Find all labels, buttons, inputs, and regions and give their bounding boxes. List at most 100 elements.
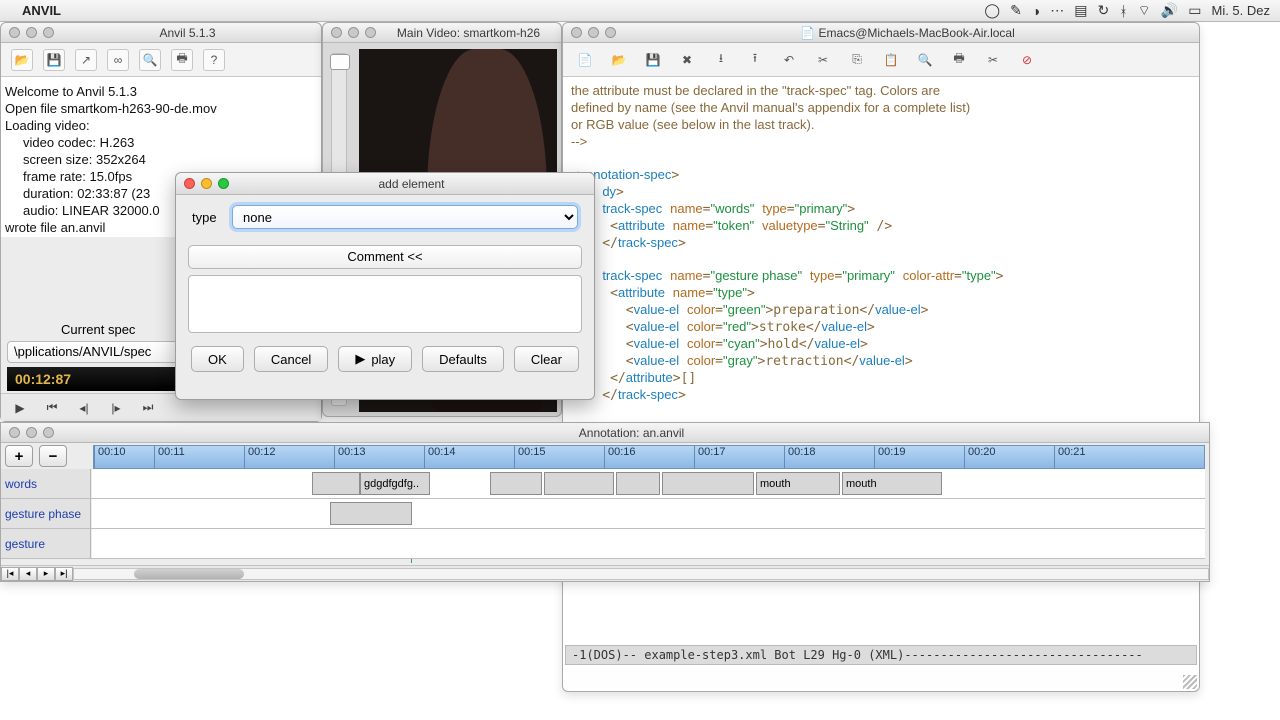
prefs-icon[interactable]: ✂	[981, 49, 1005, 71]
timeline-ruler[interactable]: 00:10 00:11 00:12 00:13 00:14 00:15 00:1…	[93, 445, 1205, 469]
comment-toggle-button[interactable]: Comment <<	[188, 245, 582, 269]
close-icon[interactable]: ✖	[675, 49, 699, 71]
window-title: Annotation: an.anvil	[54, 426, 1209, 440]
print-icon[interactable]: 🖶	[171, 49, 193, 71]
annotation-segment[interactable]	[544, 472, 614, 495]
clear-button[interactable]: Clear	[514, 346, 579, 372]
wifi-icon[interactable]: ⌔	[1138, 2, 1151, 20]
track-label[interactable]: gesture	[1, 529, 91, 558]
titlebar[interactable]: 📄 Emacs@Michaels-MacBook-Air.local	[563, 23, 1199, 43]
track-label[interactable]: gesture phase	[1, 499, 91, 528]
open-icon[interactable]: 📂	[11, 49, 33, 71]
annotation-segment[interactable]	[490, 472, 542, 495]
help-icon[interactable]: ⊘	[1015, 49, 1039, 71]
titlebar[interactable]: Annotation: an.anvil	[1, 423, 1209, 443]
type-select[interactable]: none	[232, 205, 578, 229]
titlebar[interactable]: Anvil 5.1.3	[1, 23, 321, 43]
save-icon[interactable]: 💾	[641, 49, 665, 71]
zoom-icon[interactable]	[605, 27, 616, 38]
minimize-icon[interactable]	[26, 427, 37, 438]
cut-icon[interactable]: ✂	[811, 49, 835, 71]
close-icon[interactable]	[331, 27, 342, 38]
scrollbar-thumb[interactable]	[134, 569, 244, 579]
step-back-icon[interactable]: ◂|	[75, 399, 93, 417]
track-lane[interactable]	[92, 529, 1205, 558]
zoom-icon[interactable]	[43, 427, 54, 438]
close-icon[interactable]	[571, 27, 582, 38]
link-icon[interactable]: ∞	[107, 49, 129, 71]
titlebar[interactable]: Main Video: smartkom-h26	[323, 23, 561, 43]
resize-handle-icon[interactable]	[1183, 675, 1197, 689]
zoom-out-button[interactable]: −	[39, 445, 67, 467]
anvil-toolbar: 📂 💾 ↗ ∞ 🔍 🖶 ?	[1, 43, 321, 77]
bluetooth-icon[interactable]: ᚼ	[1119, 3, 1127, 19]
copy-icon[interactable]: ⎘	[845, 49, 869, 71]
rewind-icon[interactable]: ⏮	[43, 399, 61, 417]
undo-icon[interactable]: ⭳	[709, 49, 733, 71]
slider-thumb[interactable]	[330, 54, 350, 70]
paste-icon[interactable]: 📋	[879, 49, 903, 71]
annotation-segment[interactable]: gdgdfgdfg..	[360, 472, 430, 495]
minimize-icon[interactable]	[201, 178, 212, 189]
scroll-end-icon[interactable]: ▸|	[55, 567, 73, 581]
annotation-segment[interactable]: mouth	[756, 472, 840, 495]
print-icon[interactable]: 🖶	[947, 49, 971, 71]
time-machine-icon[interactable]: ↻	[1098, 2, 1110, 19]
new-file-icon[interactable]: 📄	[573, 49, 597, 71]
menu-extra-icon[interactable]: ✎	[1010, 2, 1022, 19]
menu-extra-icon[interactable]: ▤	[1074, 2, 1087, 19]
open-icon[interactable]: 📂	[607, 49, 631, 71]
zoom-in-button[interactable]: +	[5, 445, 33, 467]
emacs-editor[interactable]: the attribute must be declared in the "t…	[563, 77, 1199, 443]
annotation-segment[interactable]	[662, 472, 754, 495]
track-row-gesture-phase: gesture phase	[1, 499, 1205, 529]
ok-button[interactable]: OK	[191, 346, 244, 372]
play-icon[interactable]: ▶	[11, 399, 29, 417]
annotation-segment[interactable]	[330, 502, 412, 525]
dialog-title: add element	[229, 177, 594, 191]
redo-icon[interactable]: ⭱	[743, 49, 767, 71]
close-icon[interactable]	[9, 27, 20, 38]
app-menu[interactable]: ANVIL	[22, 3, 61, 18]
battery-icon[interactable]: ▭	[1188, 2, 1201, 19]
search-icon[interactable]: 🔍	[913, 49, 937, 71]
track-lane[interactable]	[92, 499, 1205, 528]
type-label: type	[192, 210, 232, 225]
menu-extra-icon[interactable]: ⋯	[1050, 2, 1064, 19]
scroll-start-icon[interactable]: |◂	[1, 567, 19, 581]
annotation-segment[interactable]: mouth	[842, 472, 942, 495]
play-button[interactable]: ▶play	[338, 346, 412, 372]
scroll-left-icon[interactable]: ◂	[19, 567, 37, 581]
export-icon[interactable]: ↗	[75, 49, 97, 71]
track-label[interactable]: words	[1, 469, 91, 498]
volume-icon[interactable]: 🔊	[1161, 2, 1178, 19]
annotation-segment[interactable]	[616, 472, 660, 495]
save-icon[interactable]: 💾	[43, 49, 65, 71]
zoom-icon[interactable]	[43, 27, 54, 38]
menu-extra-icon[interactable]: ◯	[984, 2, 1000, 19]
titlebar[interactable]: add element	[176, 173, 594, 195]
minimize-icon[interactable]	[588, 27, 599, 38]
menu-extra-icon[interactable]: ◑	[1032, 3, 1040, 19]
defaults-button[interactable]: Defaults	[422, 346, 504, 372]
close-icon[interactable]	[9, 427, 20, 438]
track-lane[interactable]: gdgdfgdfg.. mouth mouth	[92, 469, 1205, 498]
revert-icon[interactable]: ↶	[777, 49, 801, 71]
search-icon[interactable]: 🔍	[139, 49, 161, 71]
emacs-window: 📄 Emacs@Michaels-MacBook-Air.local 📄 📂 💾…	[562, 22, 1200, 692]
step-fwd-icon[interactable]: |▸	[107, 399, 125, 417]
minimize-icon[interactable]	[348, 27, 359, 38]
zoom-icon[interactable]	[365, 27, 376, 38]
annotation-segment[interactable]	[312, 472, 360, 495]
zoom-icon[interactable]	[218, 178, 229, 189]
minimize-icon[interactable]	[26, 27, 37, 38]
help-icon[interactable]: ?	[203, 49, 225, 71]
cancel-button[interactable]: Cancel	[254, 346, 328, 372]
forward-icon[interactable]: ⏭	[139, 399, 157, 417]
menubar-date[interactable]: Mi. 5. Dez	[1211, 3, 1270, 18]
emacs-minibuffer[interactable]	[565, 669, 1197, 689]
comment-textarea[interactable]	[188, 275, 582, 333]
close-icon[interactable]	[184, 178, 195, 189]
horizontal-scrollbar[interactable]: |◂ ◂ ▸ ▸|	[1, 565, 1209, 581]
scroll-right-icon[interactable]: ▸	[37, 567, 55, 581]
